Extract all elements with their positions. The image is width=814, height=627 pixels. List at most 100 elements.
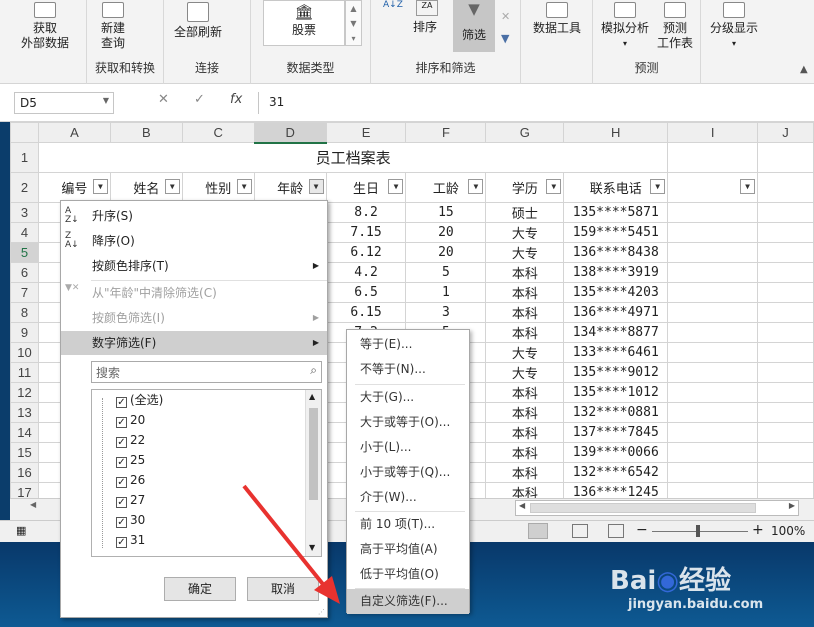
list-item[interactable]: ✓ 31 xyxy=(116,530,145,550)
cell[interactable]: 大专 xyxy=(485,342,565,363)
name-box[interactable]: D5 ▼ xyxy=(14,92,114,114)
row-header[interactable]: 8 xyxy=(10,302,39,323)
cell[interactable] xyxy=(667,282,759,303)
cell[interactable]: 5 xyxy=(405,262,487,283)
cell[interactable]: 20 xyxy=(405,242,487,263)
scroll-right-icon[interactable]: ▶ xyxy=(789,501,795,510)
advanced-filter-icon[interactable]: ▼ xyxy=(501,32,509,45)
sort-button[interactable]: 排序 xyxy=(403,20,447,35)
submenu-item-custom-filter[interactable]: 自定义筛选(F)... xyxy=(347,589,469,614)
row-header[interactable]: 13 xyxy=(10,402,39,423)
column-header[interactable]: B xyxy=(109,122,183,143)
header-cell[interactable]: 联系电话 ▼ xyxy=(563,172,669,203)
cell[interactable] xyxy=(757,402,814,423)
cell[interactable] xyxy=(757,462,814,483)
cell[interactable]: 135****1012 xyxy=(563,382,669,403)
cell[interactable]: 136****8438 xyxy=(563,242,669,263)
header-cell[interactable]: ▼ xyxy=(667,172,759,203)
cell[interactable]: 6.12 xyxy=(325,242,407,263)
sort-by-color-item[interactable]: 按颜色排序(T) ▶ xyxy=(61,254,327,278)
cell[interactable]: 138****3919 xyxy=(563,262,669,283)
filter-dropdown-icon[interactable]: ▼ xyxy=(740,179,756,194)
ok-button[interactable]: 确定 xyxy=(164,577,236,601)
cell[interactable] xyxy=(667,342,759,363)
cell[interactable]: 4.2 xyxy=(325,262,407,283)
cell[interactable]: 8.2 xyxy=(325,202,407,223)
filter-button[interactable]: ▼ 筛选 xyxy=(453,0,495,52)
cell[interactable] xyxy=(757,282,814,303)
forecast-sheet-button[interactable]: 预测 工作表 xyxy=(653,2,697,51)
outline-button[interactable]: 分级显示 ▾ xyxy=(705,2,763,51)
zoom-out-icon[interactable]: − xyxy=(636,522,648,538)
row-header[interactable]: 6 xyxy=(10,262,39,283)
row-header[interactable]: 12 xyxy=(10,382,39,403)
list-item[interactable]: ✓ 20 xyxy=(116,410,145,430)
filter-dropdown-icon[interactable]: ▼ xyxy=(164,179,180,194)
submenu-item-less-equal[interactable]: 小于或等于(Q)... xyxy=(347,460,469,485)
cell[interactable]: 本科 xyxy=(485,262,565,283)
scroll-left-icon[interactable]: ◀ xyxy=(30,500,36,509)
cancel-icon[interactable]: ✕ xyxy=(158,92,169,114)
cell[interactable]: 136****4971 xyxy=(563,302,669,323)
cell[interactable] xyxy=(757,262,814,283)
cell[interactable] xyxy=(667,322,759,343)
cell[interactable] xyxy=(667,382,759,403)
header-cell[interactable]: 编号 ▼ xyxy=(37,172,111,203)
select-all-corner[interactable] xyxy=(10,122,39,143)
list-item[interactable]: ✓ 26 xyxy=(116,470,145,490)
checkbox-icon[interactable]: ✓ xyxy=(116,517,127,528)
zoom-level[interactable]: 100% xyxy=(771,524,805,538)
submenu-item-greater[interactable]: 大于(G)... xyxy=(347,385,469,410)
column-header[interactable]: I xyxy=(667,122,759,143)
cell[interactable]: 135****4203 xyxy=(563,282,669,303)
zoom-in-icon[interactable]: + xyxy=(752,522,764,538)
cell[interactable] xyxy=(667,202,759,223)
row-header[interactable]: 9 xyxy=(10,322,39,343)
cell[interactable] xyxy=(667,222,759,243)
cell[interactable] xyxy=(667,142,759,173)
cell[interactable] xyxy=(757,322,814,343)
cell[interactable]: 大专 xyxy=(485,362,565,383)
cell[interactable] xyxy=(757,172,814,203)
header-cell[interactable]: 生日 ▼ xyxy=(325,172,407,203)
list-item[interactable]: ✓ (全选) xyxy=(116,390,163,410)
horizontal-scrollbar[interactable]: ◀ ▶ xyxy=(515,500,799,516)
checkbox-icon[interactable]: ✓ xyxy=(116,497,127,508)
chevron-down-icon[interactable]: ▼ xyxy=(103,96,109,105)
sort-az-icon[interactable]: A↓Z xyxy=(383,0,403,10)
column-header[interactable]: C xyxy=(181,122,255,143)
cell[interactable] xyxy=(757,362,814,383)
macro-record-icon[interactable]: ▦ xyxy=(16,524,26,537)
clear-icon[interactable]: ✕ xyxy=(501,10,510,23)
scroll-up-icon[interactable]: ▲ xyxy=(309,392,315,401)
checkbox-icon[interactable]: ✓ xyxy=(116,417,127,428)
insert-function-icon[interactable]: fx xyxy=(230,92,242,114)
cell[interactable]: 本科 xyxy=(485,462,565,483)
checkbox-icon[interactable]: ✓ xyxy=(116,537,127,548)
cell[interactable]: 本科 xyxy=(485,282,565,303)
new-query-button[interactable]: 新建 查询 xyxy=(91,2,135,51)
confirm-icon[interactable]: ✓ xyxy=(194,92,205,114)
header-cell[interactable]: 姓名 ▼ xyxy=(109,172,183,203)
refresh-all-button[interactable]: 全部刷新 xyxy=(168,2,228,40)
collapse-ribbon-icon[interactable]: ▲ xyxy=(800,64,808,75)
filter-dropdown-icon[interactable]: ▼ xyxy=(388,179,404,194)
submenu-item-equals[interactable]: 等于(E)... xyxy=(347,332,469,357)
cell[interactable]: 137****7845 xyxy=(563,422,669,443)
filter-dropdown-icon[interactable]: ▼ xyxy=(308,179,324,194)
checkbox-icon[interactable]: ✓ xyxy=(116,457,127,468)
submenu-item-below-average[interactable]: 低于平均值(O) xyxy=(347,562,469,587)
data-tools-button[interactable]: 数据工具 xyxy=(527,2,587,36)
filter-dropdown-icon[interactable]: ▼ xyxy=(546,179,562,194)
cell[interactable] xyxy=(667,442,759,463)
zoom-slider-thumb[interactable] xyxy=(696,525,700,537)
column-header[interactable]: G xyxy=(485,122,565,143)
submenu-item-between[interactable]: 介于(W)... xyxy=(347,485,469,510)
cell[interactable]: 6.5 xyxy=(325,282,407,303)
row-header[interactable]: 14 xyxy=(10,422,39,443)
scroll-left-icon[interactable]: ◀ xyxy=(519,501,525,510)
cell[interactable] xyxy=(757,202,814,223)
sheet-title[interactable]: 员工档案表 xyxy=(37,142,669,173)
list-item[interactable]: ✓ 22 xyxy=(116,430,145,450)
filter-dropdown-icon[interactable]: ▼ xyxy=(236,179,252,194)
